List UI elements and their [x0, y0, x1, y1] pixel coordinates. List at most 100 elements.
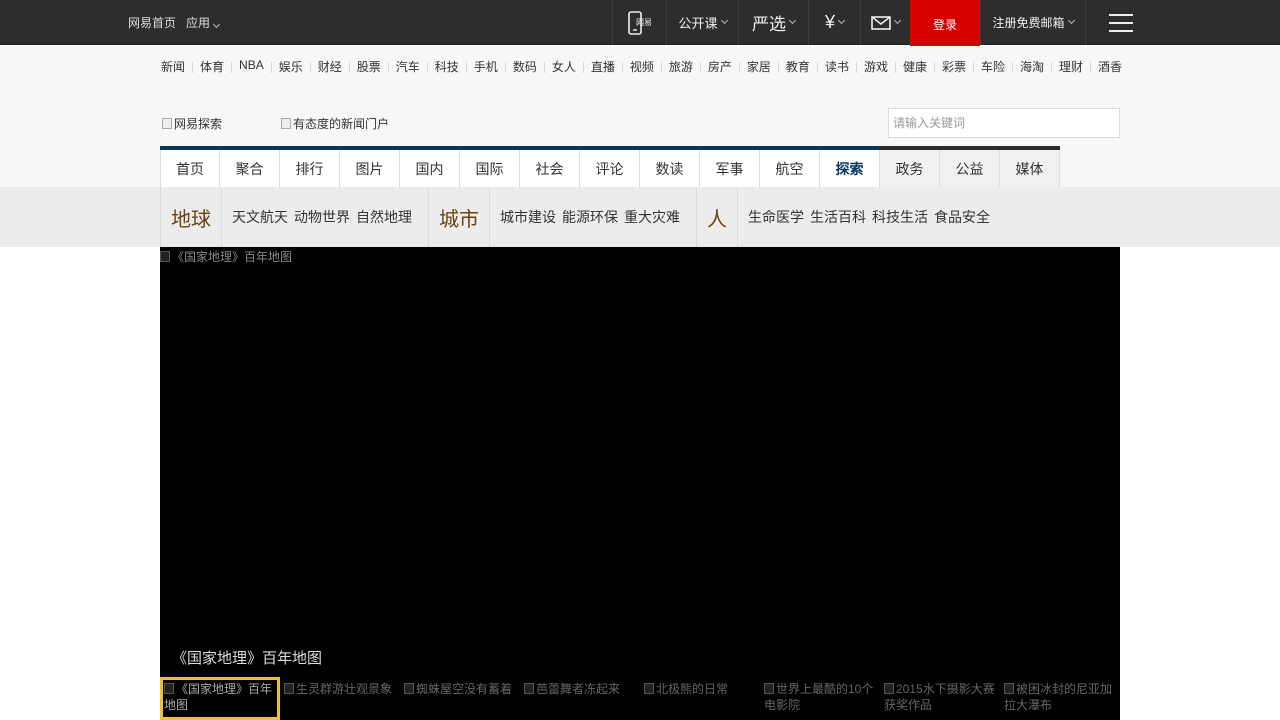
channel-link[interactable]: 手机	[474, 58, 498, 75]
sub-nav-heading[interactable]: 城市	[429, 187, 490, 247]
sub-nav-link[interactable]: 生命医学	[748, 207, 804, 227]
register-mail-menu[interactable]: 注册免费邮箱	[980, 0, 1086, 45]
sub-nav-link[interactable]: 自然地理	[356, 207, 412, 227]
nav-item[interactable]: 社会	[520, 150, 580, 187]
nav-item[interactable]: 航空	[760, 150, 820, 187]
channel-link[interactable]: 科技	[435, 58, 459, 75]
apps-menu[interactable]: 应用	[186, 14, 221, 31]
channel-divider	[933, 62, 935, 73]
login-button[interactable]: 登录	[910, 0, 980, 48]
channel-link[interactable]: 财经	[318, 58, 342, 75]
chevron-down-icon	[788, 16, 797, 25]
gallery-thumbnail[interactable]: 2015水下摄影大赛获奖作品	[880, 677, 1000, 720]
main-nav: 首页 聚合 排行 图片 国内 国际 社会 评论 数读 军事 航空 探索 政务 公益 媒体	[160, 146, 1060, 187]
channel-link[interactable]: 教育	[786, 58, 810, 75]
channel-divider	[738, 62, 740, 73]
sub-nav-link[interactable]: 能源环保	[562, 207, 618, 227]
gallery-thumbnail[interactable]: 北极熊的日常	[640, 677, 760, 720]
gallery-thumbnail[interactable]: 芭蕾舞者冻起来	[520, 677, 640, 720]
thumbnail-alt: 2015水下摄影大赛获奖作品	[884, 682, 995, 712]
broken-image-icon	[644, 683, 654, 694]
netease-home-link[interactable]: 网易首页	[128, 14, 176, 31]
broken-image-icon	[524, 683, 534, 694]
pay-menu[interactable]: ¥	[808, 0, 860, 45]
nav-item[interactable]: 军事	[700, 150, 760, 187]
mobile-app-button[interactable]: 网易	[612, 0, 666, 45]
gallery-thumbnail[interactable]: 世界上最酷的10个电影院	[760, 677, 880, 720]
site-logo[interactable]: 网易探索	[162, 115, 222, 132]
sub-nav-link[interactable]: 食品安全	[934, 207, 990, 227]
nav-item[interactable]: 国际	[460, 150, 520, 187]
channel-link[interactable]: 酒香	[1098, 58, 1122, 75]
nav-item[interactable]: 图片	[340, 150, 400, 187]
channel-link[interactable]: 理财	[1059, 58, 1083, 75]
channel-link[interactable]: 视频	[630, 58, 654, 75]
channel-link[interactable]: 海淘	[1020, 58, 1044, 75]
photo-gallery[interactable]: 《国家地理》百年地图 《国家地理》百年地图 《国家地理》百年地图 生灵群游壮观景象…	[160, 247, 1120, 720]
channel-link[interactable]: 新闻	[161, 58, 185, 75]
mail-menu[interactable]	[860, 0, 910, 45]
sub-nav-heading[interactable]: 地球	[161, 187, 222, 247]
channel-divider	[582, 62, 584, 73]
gallery-thumbnail[interactable]: 蜘蛛屋空没有蓄着	[400, 677, 520, 720]
channel-divider	[309, 62, 311, 73]
sub-nav-link[interactable]: 城市建设	[500, 207, 556, 227]
gallery-thumbnail[interactable]: 被困冰封的尼亚加拉大瀑布	[1000, 677, 1120, 720]
gallery-thumbnail[interactable]: 《国家地理》百年地图	[160, 677, 280, 720]
nav-item[interactable]: 国内	[400, 150, 460, 187]
top-bar-right: 网易 公开课 严选 ¥ 登录 注册免费邮箱	[612, 0, 1156, 48]
channel-divider	[426, 62, 428, 73]
channel-divider	[660, 62, 662, 73]
nav-item[interactable]: 排行	[280, 150, 340, 187]
broken-image-icon	[764, 683, 774, 694]
nav-item[interactable]: 评论	[580, 150, 640, 187]
nav-item[interactable]: 数读	[640, 150, 700, 187]
search-input[interactable]	[888, 108, 1120, 138]
channel-link[interactable]: 旅游	[669, 58, 693, 75]
nav-item[interactable]: 公益	[940, 150, 1000, 187]
mobile-app-label: 网易	[636, 18, 652, 27]
channel-link[interactable]: 数码	[513, 58, 537, 75]
sub-nav-link[interactable]: 动物世界	[294, 207, 350, 227]
channel-link[interactable]: 直播	[591, 58, 615, 75]
thumbnail-alt: 被困冰封的尼亚加拉大瀑布	[1004, 682, 1113, 712]
channel-link[interactable]: 女人	[552, 58, 576, 75]
main-menu-button[interactable]	[1086, 0, 1156, 45]
header: 新闻 体育 NBA 娱乐 财经 股票 汽车 科技 手机 数码 女人 直播 视频 旅游 房产 家居 教育 读书 游戏健…	[0, 46, 1280, 187]
slogan-image: 有态度的新闻门户	[281, 115, 389, 132]
channel-link[interactable]: 彩票	[942, 58, 966, 75]
yanxuan-menu[interactable]: 严选	[738, 0, 808, 45]
channel-divider	[699, 62, 701, 73]
sub-nav-link[interactable]: 生活百科	[810, 207, 866, 227]
channel-link[interactable]: 读书	[825, 58, 849, 75]
gallery-thumbnail[interactable]: 生灵群游壮观景象	[280, 677, 400, 720]
channel-link[interactable]: 健康	[903, 58, 927, 75]
channel-divider	[855, 62, 857, 73]
channel-link[interactable]: 游戏	[864, 58, 888, 75]
channel-link[interactable]: 汽车	[396, 58, 420, 75]
sub-nav-link[interactable]: 重大灾难	[624, 207, 680, 227]
sub-nav-heading[interactable]: 人	[697, 187, 738, 247]
nav-item[interactable]: 聚合	[220, 150, 280, 187]
channel-link[interactable]: 车险	[981, 58, 1005, 75]
channel-divider	[192, 62, 194, 73]
nav-item[interactable]: 媒体	[1000, 150, 1060, 187]
channel-link[interactable]: 娱乐	[279, 58, 303, 75]
channel-link[interactable]: 家居	[747, 58, 771, 75]
thumbnail-alt: 蜘蛛屋空没有蓄着	[416, 682, 513, 696]
main-photo-alt: 《国家地理》百年地图	[172, 250, 293, 264]
channel-link[interactable]: 股票	[357, 58, 381, 75]
broken-image-icon	[404, 683, 414, 694]
open-course-menu[interactable]: 公开课	[666, 0, 738, 45]
nav-item[interactable]: 探索	[820, 150, 880, 187]
nav-item[interactable]: 首页	[160, 150, 220, 187]
channel-link[interactable]: 房产	[708, 58, 732, 75]
nav-item[interactable]: 政务	[880, 150, 940, 187]
broken-image-icon	[160, 251, 170, 262]
channel-link[interactable]: NBA	[239, 58, 264, 75]
main-photo[interactable]: 《国家地理》百年地图	[160, 248, 292, 265]
sub-nav-link[interactable]: 科技生活	[872, 207, 928, 227]
sub-nav-link[interactable]: 天文航天	[232, 207, 288, 227]
channel-link[interactable]: 体育	[200, 58, 224, 75]
register-mail-label: 注册免费邮箱	[992, 16, 1065, 30]
